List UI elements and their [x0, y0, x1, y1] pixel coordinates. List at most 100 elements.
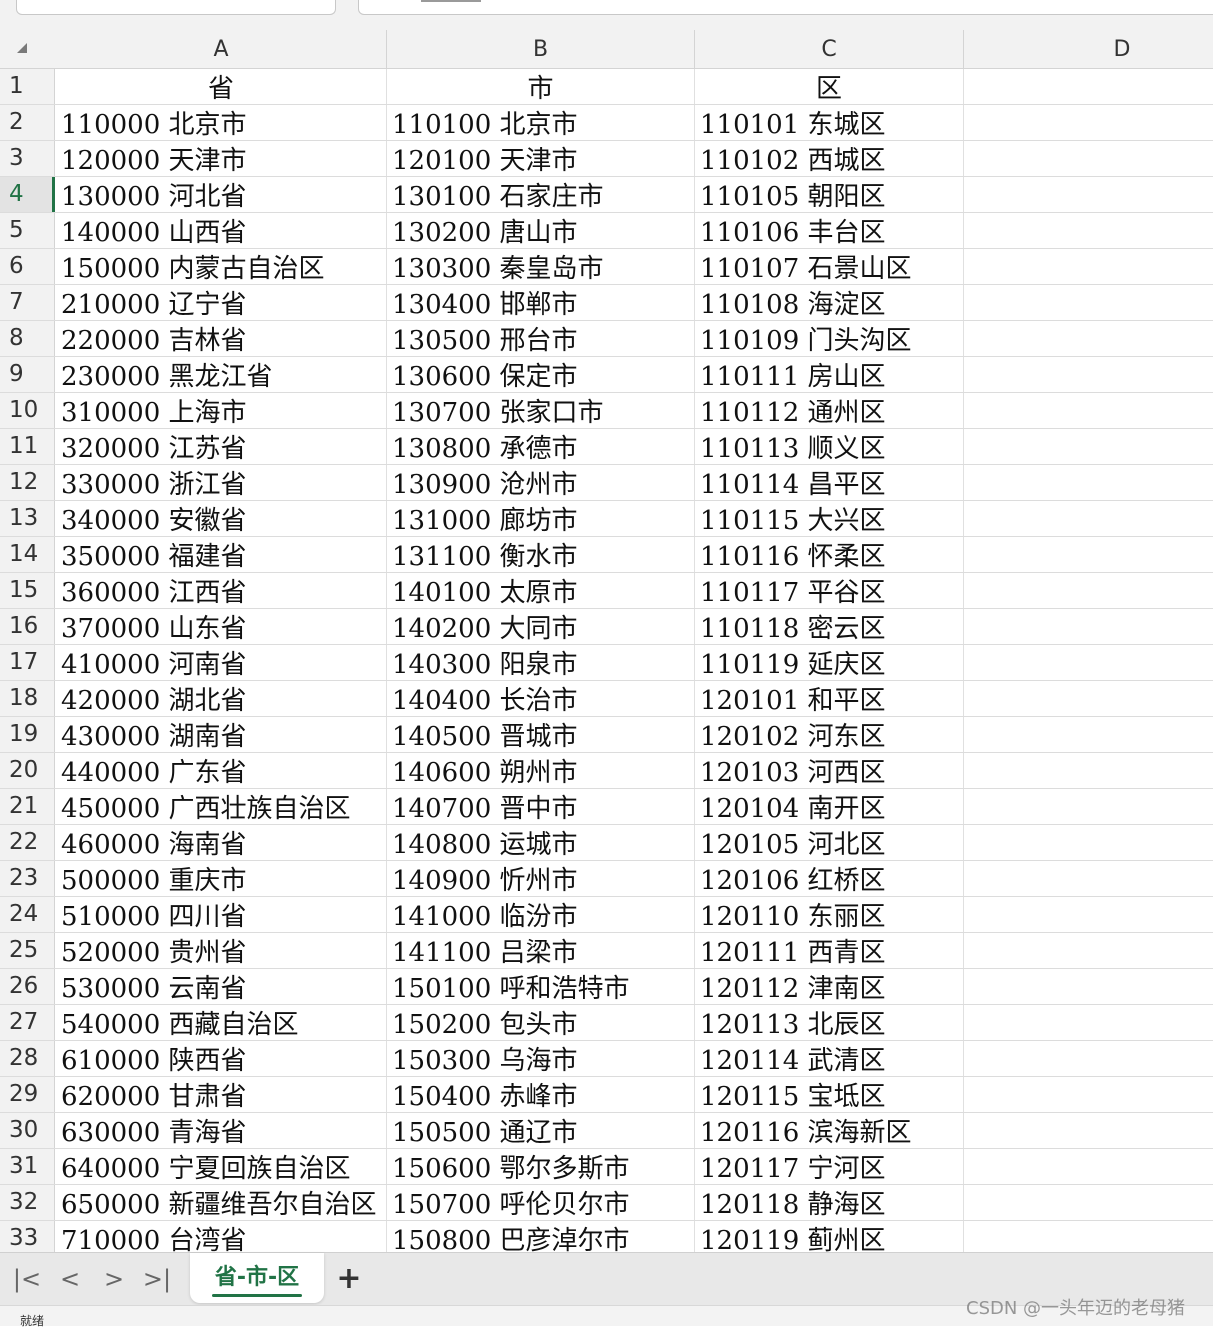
- cell-a[interactable]: 650000 新疆维吾尔自治区: [56, 1185, 387, 1220]
- add-sheet-button[interactable]: +: [334, 1261, 364, 1297]
- cell-b[interactable]: 150700 呼伦贝尔市: [387, 1185, 695, 1220]
- cell-b[interactable]: 140600 朔州市: [387, 753, 695, 788]
- cell-c[interactable]: 110102 西城区: [695, 141, 964, 176]
- cell-b[interactable]: 130100 石家庄市: [387, 177, 695, 212]
- cell-d[interactable]: [964, 105, 1213, 140]
- row-number[interactable]: 19: [0, 717, 55, 752]
- cell-b[interactable]: 130500 邢台市: [387, 321, 695, 356]
- row-number[interactable]: 25: [0, 933, 55, 968]
- formula-bar[interactable]: [358, 0, 1213, 15]
- previous-sheet-button[interactable]: <: [55, 1261, 85, 1297]
- cell-c[interactable]: 120119 蓟州区: [695, 1221, 964, 1252]
- cell-a[interactable]: 230000 黑龙江省: [56, 357, 387, 392]
- cell-a[interactable]: 220000 吉林省: [56, 321, 387, 356]
- cell-c[interactable]: 120116 滨海新区: [695, 1113, 964, 1148]
- cell-b[interactable]: 140400 长治市: [387, 681, 695, 716]
- cell-b[interactable]: 140800 运城市: [387, 825, 695, 860]
- cell-a[interactable]: 410000 河南省: [56, 645, 387, 680]
- cell-d[interactable]: [964, 537, 1213, 572]
- cell-b[interactable]: 110100 北京市: [387, 105, 695, 140]
- cell-c[interactable]: 110107 石景山区: [695, 249, 964, 284]
- cell-a[interactable]: 110000 北京市: [56, 105, 387, 140]
- cell-d[interactable]: [964, 141, 1213, 176]
- cell-d[interactable]: [964, 321, 1213, 356]
- cell-c[interactable]: 110114 昌平区: [695, 465, 964, 500]
- cell-c[interactable]: 110111 房山区: [695, 357, 964, 392]
- cell-d[interactable]: [964, 69, 1213, 104]
- cell-c[interactable]: 120117 宁河区: [695, 1149, 964, 1184]
- cell-c[interactable]: 120106 红桥区: [695, 861, 964, 896]
- row-number[interactable]: 16: [0, 609, 55, 644]
- cell-d[interactable]: [964, 1041, 1213, 1076]
- cell-a[interactable]: 省: [56, 69, 387, 104]
- row-number[interactable]: 31: [0, 1149, 55, 1184]
- row-number[interactable]: 27: [0, 1005, 55, 1040]
- cell-a[interactable]: 640000 宁夏回族自治区: [56, 1149, 387, 1184]
- row-number[interactable]: 32: [0, 1185, 55, 1220]
- cell-c[interactable]: 区: [695, 69, 964, 104]
- row-number[interactable]: 14: [0, 537, 55, 572]
- cell-a[interactable]: 330000 浙江省: [56, 465, 387, 500]
- cell-b[interactable]: 130200 唐山市: [387, 213, 695, 248]
- cell-b[interactable]: 150500 通辽市: [387, 1113, 695, 1148]
- cell-c[interactable]: 120118 静海区: [695, 1185, 964, 1220]
- row-number[interactable]: 6: [0, 249, 55, 284]
- cell-d[interactable]: [964, 897, 1213, 932]
- cell-a[interactable]: 710000 台湾省: [56, 1221, 387, 1252]
- cell-b[interactable]: 150400 赤峰市: [387, 1077, 695, 1112]
- cell-d[interactable]: [964, 645, 1213, 680]
- cell-a[interactable]: 430000 湖南省: [56, 717, 387, 752]
- row-number[interactable]: 3: [0, 141, 55, 176]
- last-sheet-button[interactable]: >|: [142, 1261, 172, 1297]
- cell-c[interactable]: 110115 大兴区: [695, 501, 964, 536]
- cell-a[interactable]: 350000 福建省: [56, 537, 387, 572]
- cell-d[interactable]: [964, 501, 1213, 536]
- cell-b[interactable]: 140100 太原市: [387, 573, 695, 608]
- cell-b[interactable]: 140700 晋中市: [387, 789, 695, 824]
- cell-c[interactable]: 110118 密云区: [695, 609, 964, 644]
- cell-a[interactable]: 140000 山西省: [56, 213, 387, 248]
- cell-c[interactable]: 120102 河东区: [695, 717, 964, 752]
- cell-a[interactable]: 210000 辽宁省: [56, 285, 387, 320]
- row-number[interactable]: 12: [0, 465, 55, 500]
- cell-d[interactable]: [964, 681, 1213, 716]
- cell-c[interactable]: 120104 南开区: [695, 789, 964, 824]
- cell-d[interactable]: [964, 753, 1213, 788]
- cell-b[interactable]: 131000 廊坊市: [387, 501, 695, 536]
- cell-c[interactable]: 120105 河北区: [695, 825, 964, 860]
- row-number[interactable]: 4: [0, 177, 55, 212]
- cell-d[interactable]: [964, 861, 1213, 896]
- cell-c[interactable]: 120114 武清区: [695, 1041, 964, 1076]
- cell-a[interactable]: 310000 上海市: [56, 393, 387, 428]
- cell-d[interactable]: [964, 465, 1213, 500]
- cell-c[interactable]: 120112 津南区: [695, 969, 964, 1004]
- cell-b[interactable]: 131100 衡水市: [387, 537, 695, 572]
- cell-c[interactable]: 120113 北辰区: [695, 1005, 964, 1040]
- cell-c[interactable]: 120103 河西区: [695, 753, 964, 788]
- row-number[interactable]: 20: [0, 753, 55, 788]
- cell-b[interactable]: 140300 阳泉市: [387, 645, 695, 680]
- cell-c[interactable]: 110109 门头沟区: [695, 321, 964, 356]
- cell-c[interactable]: 110119 延庆区: [695, 645, 964, 680]
- cell-b[interactable]: 130300 秦皇岛市: [387, 249, 695, 284]
- cell-d[interactable]: [964, 789, 1213, 824]
- row-number[interactable]: 17: [0, 645, 55, 680]
- cell-a[interactable]: 130000 河北省: [56, 177, 387, 212]
- row-number[interactable]: 30: [0, 1113, 55, 1148]
- row-number[interactable]: 11: [0, 429, 55, 464]
- cell-c[interactable]: 110105 朝阳区: [695, 177, 964, 212]
- cell-d[interactable]: [964, 825, 1213, 860]
- cell-b[interactable]: 140900 忻州市: [387, 861, 695, 896]
- cell-a[interactable]: 620000 甘肃省: [56, 1077, 387, 1112]
- cell-d[interactable]: [964, 1185, 1213, 1220]
- row-number[interactable]: 18: [0, 681, 55, 716]
- cell-a[interactable]: 610000 陕西省: [56, 1041, 387, 1076]
- cell-c[interactable]: 110101 东城区: [695, 105, 964, 140]
- cell-d[interactable]: [964, 213, 1213, 248]
- cell-d[interactable]: [964, 717, 1213, 752]
- row-number[interactable]: 5: [0, 213, 55, 248]
- cell-d[interactable]: [964, 1149, 1213, 1184]
- row-number[interactable]: 29: [0, 1077, 55, 1112]
- cell-b[interactable]: 150300 乌海市: [387, 1041, 695, 1076]
- cell-c[interactable]: 110113 顺义区: [695, 429, 964, 464]
